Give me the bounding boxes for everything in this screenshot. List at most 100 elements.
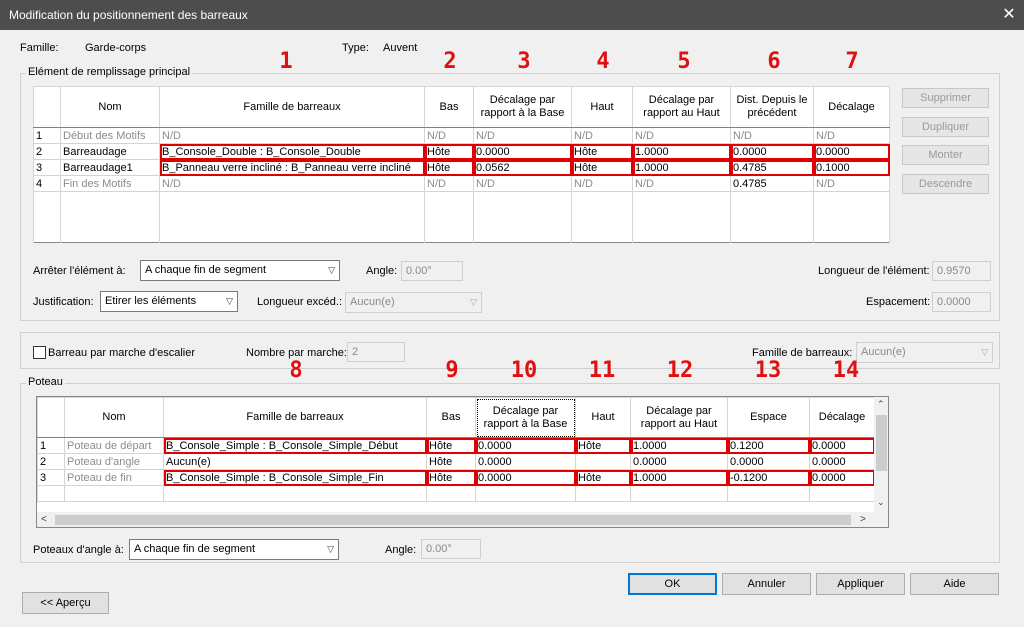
aide-button[interactable]: Aide — [910, 573, 999, 595]
cell-decalage-base[interactable]: 0.0000 — [475, 437, 576, 454]
cell-nom[interactable]: Barreaudage — [60, 143, 160, 160]
descendre-button[interactable]: Descendre — [902, 174, 989, 194]
cell-dist[interactable]: 0.4785 — [730, 159, 814, 176]
appliquer-button[interactable]: Appliquer — [816, 573, 905, 595]
scroll-down-icon[interactable]: ⌄ — [877, 497, 885, 508]
chevron-down-icon: ▽ — [470, 297, 477, 307]
cell-decalage[interactable]: 0.0000 — [809, 437, 875, 454]
table-row[interactable]: 1 Poteau de départ B_Console_Simple : B_… — [37, 437, 875, 454]
cell-decalage-haut[interactable]: 1.0000 — [630, 437, 728, 454]
annuler-button[interactable]: Annuler — [722, 573, 811, 595]
type-value: Auvent — [383, 42, 418, 54]
apercu-button[interactable]: << Aperçu — [22, 592, 109, 614]
justification-select-value: Etirer les éléments — [105, 295, 197, 307]
header-decalage[interactable]: Décalage — [813, 86, 890, 128]
cell-dist: 0.4785 — [730, 175, 814, 192]
cell-bas[interactable]: Hôte — [426, 437, 476, 454]
cell-decalage-base[interactable]: 0.0562 — [473, 159, 572, 176]
header-nom[interactable]: Nom — [64, 397, 164, 438]
header-decalage-haut[interactable]: Décalage par rapport au Haut — [632, 86, 731, 128]
nombre-par-marche-input[interactable]: 2 — [347, 342, 405, 362]
cell-haut[interactable]: Hôte — [571, 143, 633, 160]
cell-famille[interactable]: B_Console_Simple : B_Console_Simple_Fin — [163, 469, 427, 486]
barreau-par-marche-checkbox[interactable] — [33, 346, 46, 359]
cell-decalage-haut[interactable]: 0.0000 — [630, 453, 728, 470]
table-row[interactable]: 4 Fin des Motifs N/D N/D N/D N/D N/D 0.4… — [33, 175, 890, 192]
cell-haut[interactable]: Hôte — [575, 469, 631, 486]
famille-barreaux-select[interactable]: Aucun(e) ▽ — [856, 342, 993, 363]
chevron-down-icon: ▽ — [226, 296, 233, 306]
espacement-input[interactable]: 0.0000 — [932, 292, 991, 312]
cell-famille[interactable]: B_Panneau verre incliné : B_Panneau verr… — [159, 159, 425, 176]
poteaux-angle-select[interactable]: A chaque fin de segment ▽ — [129, 539, 339, 560]
cell-bas[interactable]: Hôte — [424, 159, 474, 176]
cell-decalage[interactable]: 0.0000 — [813, 143, 890, 160]
horizontal-scrollbar[interactable]: < > — [37, 512, 888, 527]
cell-decalage[interactable]: 0.1000 — [813, 159, 890, 176]
cell-decalage[interactable]: 0.0000 — [809, 469, 875, 486]
supprimer-button[interactable]: Supprimer — [902, 88, 989, 108]
angle-input[interactable]: 0.00° — [401, 261, 463, 281]
ok-button[interactable]: OK — [628, 573, 717, 595]
cell-haut[interactable]: Hôte — [571, 159, 633, 176]
cell-famille[interactable]: B_Console_Double : B_Console_Double — [159, 143, 425, 160]
cell-bas[interactable]: Hôte — [426, 469, 476, 486]
cell-decalage[interactable]: 0.0000 — [809, 453, 875, 470]
cell-nom[interactable]: Barreaudage1 — [60, 159, 160, 176]
table-row[interactable]: 3 Poteau de fin B_Console_Simple : B_Con… — [37, 469, 875, 486]
cell-famille[interactable]: Aucun(e) — [163, 453, 427, 470]
cell-decalage-base[interactable]: 0.0000 — [475, 469, 576, 486]
poteau-angle-input[interactable]: 0.00° — [421, 539, 481, 559]
header-bas[interactable]: Bas — [424, 86, 474, 128]
cell-bas[interactable]: Hôte — [424, 143, 474, 160]
header-famille[interactable]: Famille de barreaux — [163, 397, 427, 438]
arreter-select-value: A chaque fin de segment — [145, 264, 267, 276]
table-row[interactable]: 1 Début des Motifs N/D N/D N/D N/D N/D N… — [33, 127, 890, 144]
cell-decalage-haut[interactable]: 1.0000 — [632, 143, 731, 160]
arreter-select[interactable]: A chaque fin de segment ▽ — [140, 260, 340, 281]
close-icon[interactable]: ✕ — [994, 0, 1024, 30]
monter-button[interactable]: Monter — [902, 145, 989, 165]
scroll-right-icon[interactable]: > — [860, 514, 866, 525]
cell-espace[interactable]: -0.1200 — [727, 469, 810, 486]
header-haut[interactable]: Haut — [575, 397, 631, 438]
cell-dist[interactable]: 0.0000 — [730, 143, 814, 160]
header-decalage-base[interactable]: Décalage par rapport à la Base — [475, 397, 576, 438]
cell-decalage-haut[interactable]: 1.0000 — [632, 159, 731, 176]
cell-famille[interactable]: B_Console_Simple : B_Console_Simple_Débu… — [163, 437, 427, 454]
annotation-13: 13 — [754, 358, 782, 383]
cell-famille: N/D — [159, 175, 425, 192]
scroll-left-icon[interactable]: < — [41, 514, 47, 525]
annotation-1: 1 — [279, 49, 293, 74]
scrollbar-thumb[interactable] — [876, 415, 887, 471]
scroll-up-icon[interactable]: ⌃ — [877, 399, 885, 410]
cell-haut[interactable]: Hôte — [575, 437, 631, 454]
header-dist-precedent[interactable]: Dist. Depuis le précédent — [730, 86, 814, 128]
header-decalage-haut[interactable]: Décalage par rapport au Haut — [630, 397, 728, 438]
cell-espace[interactable]: 0.0000 — [727, 453, 810, 470]
justification-select[interactable]: Etirer les éléments ▽ — [100, 291, 238, 312]
longueur-exced-select[interactable]: Aucun(e) ▽ — [345, 292, 482, 313]
cell-decalage-haut[interactable]: 1.0000 — [630, 469, 728, 486]
h-scrollbar-thumb[interactable] — [55, 515, 851, 525]
table-row[interactable]: 2 Poteau d'angle Aucun(e) Hôte 0.0000 0.… — [37, 453, 875, 470]
cell-espace[interactable]: 0.1200 — [727, 437, 810, 454]
header-haut[interactable]: Haut — [571, 86, 633, 128]
header-decalage-base[interactable]: Décalage par rapport à la Base — [473, 86, 572, 128]
header-decalage[interactable]: Décalage — [809, 397, 875, 438]
cell-decalage-base[interactable]: 0.0000 — [475, 453, 576, 470]
cell-bas[interactable]: Hôte — [426, 453, 476, 470]
main-infill-group-title: Elément de remplissage principal — [26, 66, 193, 78]
cell-decalage-base[interactable]: 0.0000 — [473, 143, 572, 160]
table-row[interactable]: 3 Barreaudage1 B_Panneau verre incliné :… — [33, 159, 890, 176]
header-espace[interactable]: Espace — [727, 397, 810, 438]
dupliquer-button[interactable]: Dupliquer — [902, 117, 989, 137]
longueur-element-input[interactable]: 0.9570 — [932, 261, 991, 281]
vertical-scrollbar[interactable]: ⌃ ⌄ — [874, 397, 888, 512]
header-bas[interactable]: Bas — [426, 397, 476, 438]
header-nom[interactable]: Nom — [60, 86, 160, 128]
cell-haut[interactable] — [575, 453, 631, 470]
barreau-par-marche-label: Barreau par marche d'escalier — [48, 347, 196, 359]
header-famille[interactable]: Famille de barreaux — [159, 86, 425, 128]
table-row[interactable]: 2 Barreaudage B_Console_Double : B_Conso… — [33, 143, 890, 160]
